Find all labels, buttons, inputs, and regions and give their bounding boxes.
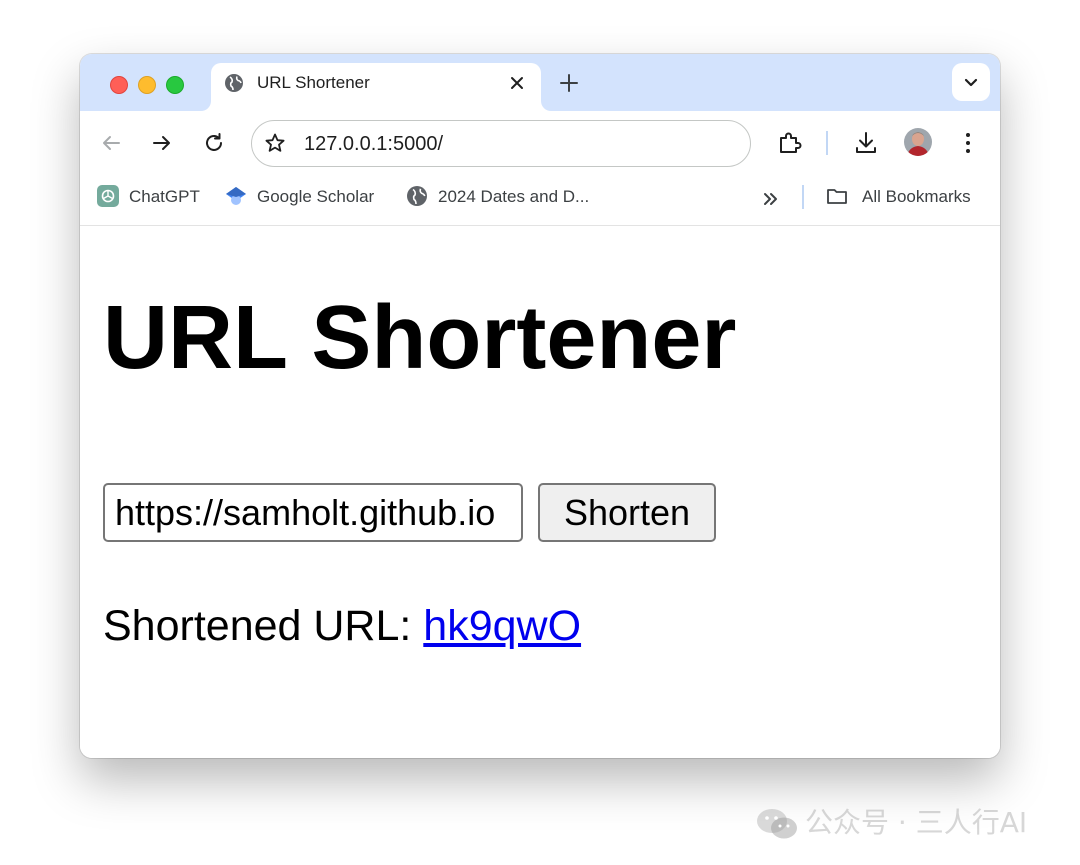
download-icon[interactable] — [853, 130, 879, 156]
watermark: 公众号 · 三人行AI — [755, 803, 1027, 843]
address-bar[interactable] — [251, 120, 751, 167]
browser-window: URL Shortener 127.0.0.1:5000/ ChatGPT Go… — [80, 54, 1000, 758]
bookmark-label: 2024 Dates and D... — [438, 187, 590, 206]
globe-icon — [407, 186, 427, 206]
more-menu-icon[interactable] — [955, 130, 981, 156]
long-url-input[interactable] — [103, 483, 523, 542]
forward-arrow-icon[interactable] — [150, 131, 174, 155]
bookmark-label: Google Scholar — [257, 187, 375, 206]
scholar-icon — [226, 187, 246, 205]
all-bookmarks-label: All Bookmarks — [862, 187, 971, 206]
bookmark-star-icon[interactable] — [264, 132, 286, 154]
minimize-window-button[interactable] — [138, 76, 156, 94]
tab-title: URL Shortener — [257, 73, 370, 92]
close-window-button[interactable] — [110, 76, 128, 94]
bookmarks-bar: ChatGPT Google Scholar 2024 Dates and D.… — [80, 175, 1000, 226]
chatgpt-icon — [97, 185, 119, 207]
shortened-url-link[interactable]: hk9qwO — [423, 602, 581, 650]
shortened-url-result: Shortened URL: hk9qwO — [103, 600, 581, 652]
wechat-logo-icon — [757, 809, 797, 839]
back-arrow-icon[interactable] — [99, 131, 123, 155]
page-content: URL Shortener Shorten Shortened URL: hk9… — [80, 226, 1000, 758]
profile-avatar[interactable] — [904, 128, 932, 156]
browser-toolbar — [80, 111, 1000, 175]
zoom-window-button[interactable] — [166, 76, 184, 94]
url-input[interactable] — [304, 132, 724, 156]
chevron-down-icon — [964, 78, 978, 87]
bookmark-label: ChatGPT — [129, 187, 200, 206]
bookmarks-divider — [802, 185, 804, 209]
bookmark-google-scholar[interactable]: Google Scholar — [225, 183, 390, 211]
bookmark-2024-dates[interactable]: 2024 Dates and D... — [406, 183, 606, 211]
extensions-puzzle-icon[interactable] — [777, 130, 803, 156]
folder-icon — [827, 189, 847, 204]
page-title: URL Shortener — [103, 288, 737, 388]
chevron-double-right-icon[interactable] — [760, 188, 782, 210]
all-bookmarks-button[interactable]: All Bookmarks — [826, 183, 986, 211]
new-tab-icon[interactable] — [558, 72, 580, 94]
reload-icon[interactable] — [202, 131, 226, 155]
avatar-image — [904, 128, 932, 156]
tab-url-shortener[interactable]: URL Shortener — [211, 63, 541, 111]
shortened-url-label: Shortened URL: — [103, 602, 424, 650]
shorten-button[interactable]: Shorten — [538, 483, 716, 542]
watermark-text: 公众号 · 三人行AI — [805, 806, 1028, 839]
toolbar-divider — [826, 131, 828, 155]
close-icon[interactable] — [507, 73, 527, 93]
globe-icon — [225, 74, 243, 92]
tab-strip: URL Shortener — [80, 54, 1000, 111]
bookmark-chatgpt[interactable]: ChatGPT — [97, 183, 207, 211]
tab-search-button[interactable] — [952, 63, 990, 101]
